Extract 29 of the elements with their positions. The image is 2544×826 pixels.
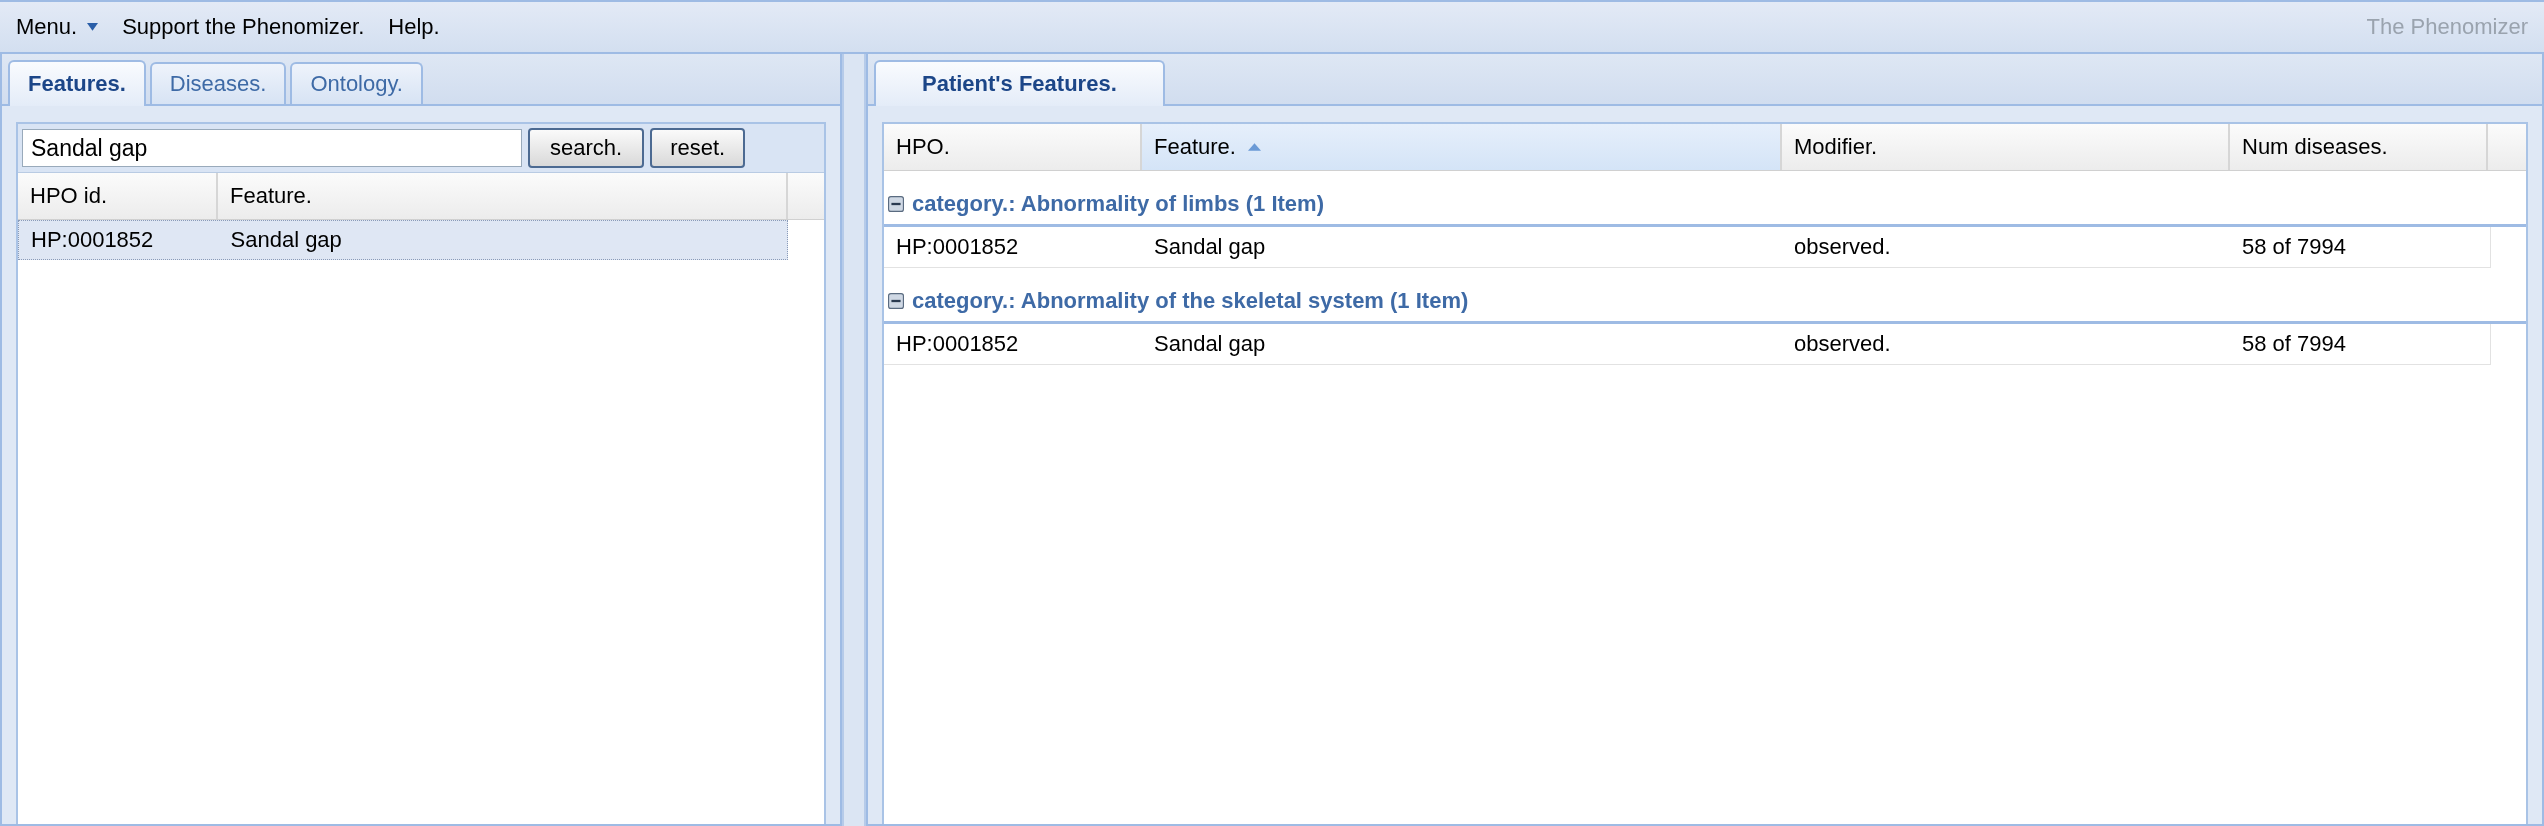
table-cell-text: 58 of 7994 — [2241, 331, 2347, 357]
group-header: category.: Abnormality of the skeletal system (1 Item) — [912, 287, 1469, 314]
action-button[interactable]: reset. — [650, 128, 746, 168]
action-button[interactable]: search. — [528, 128, 645, 168]
tab[interactable]: Features. — [8, 60, 146, 106]
sort-arrow-icon — [1247, 143, 1261, 151]
column-header[interactable]: Num diseases. — [2230, 124, 2488, 170]
table-cell-text: Sandal gap — [1153, 331, 1267, 357]
app-title: The Phenomizer — [2366, 14, 2528, 40]
collapse-icon[interactable] — [888, 195, 904, 212]
table-cell-text: 58 of 7994 — [2241, 234, 2347, 260]
column-header[interactable]: Feature. — [1142, 124, 1782, 170]
tab[interactable]: Ontology. — [290, 62, 423, 104]
tab[interactable]: Patient's Features. — [874, 60, 1165, 106]
menu-item[interactable]: Menu. — [16, 14, 99, 40]
menu-item[interactable]: Help. — [388, 14, 440, 40]
table-cell-text: observed. — [1793, 331, 1892, 357]
table-cell-text: HP:0001852 — [895, 331, 1020, 357]
collapse-icon[interactable] — [888, 292, 904, 309]
table-cell-text: HP:0001852 — [895, 234, 1020, 260]
search-field[interactable]: Sandal gap — [22, 129, 522, 167]
table-cell-text: Sandal gap — [1153, 234, 1267, 260]
table-cell-text: observed. — [1793, 234, 1892, 260]
tab[interactable]: Diseases. — [149, 62, 287, 104]
column-header[interactable]: Modifier. — [1782, 124, 2230, 170]
menu-item[interactable]: Support the Phenomizer. — [122, 14, 365, 40]
caret-icon — [87, 22, 99, 32]
group-header: category.: Abnormality of limbs (1 Item) — [912, 190, 1324, 217]
table-row[interactable]: HP:0001852 Sandal gap — [18, 220, 788, 260]
